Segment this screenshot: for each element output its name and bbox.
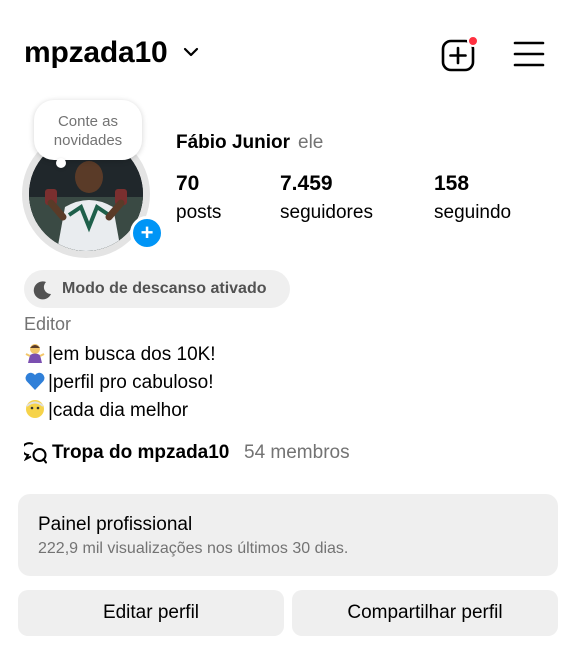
stat-posts-label: posts	[176, 202, 222, 223]
bio-line-3-text: |cada dia melhor	[48, 400, 189, 421]
share-profile-button[interactable]: Compartilhar perfil	[292, 590, 558, 636]
full-name: Fábio Junior	[176, 132, 290, 153]
menu-icon[interactable]	[512, 38, 546, 70]
stat-followers-value: 7.459	[280, 172, 333, 195]
note-tail	[56, 158, 66, 168]
stat-following-label: seguindo	[434, 202, 512, 223]
note-text-line2: novidades	[53, 132, 123, 149]
pronoun: ele	[298, 132, 324, 153]
stat-posts[interactable]: 70 posts	[176, 172, 221, 224]
bio-line-1: |em busca dos 10K!	[24, 342, 216, 366]
bio-line-1-text: |em busca dos 10K!	[48, 344, 216, 365]
note-bubble[interactable]: Conte as novidades	[34, 100, 142, 168]
face-emoji	[26, 400, 44, 418]
bio-line-3: |cada dia melhor	[24, 398, 188, 422]
moon-icon	[33, 281, 51, 300]
blue-heart-emoji	[25, 372, 45, 390]
stat-followers[interactable]: 7.459 seguidores	[280, 172, 373, 224]
notification-dot	[467, 35, 479, 47]
profile-header: mpzada10	[0, 0, 576, 108]
pro-dashboard-title: Painel profissional	[38, 514, 193, 535]
username[interactable]: mpzada10	[24, 36, 168, 70]
community-members: 54 membros	[244, 442, 350, 463]
note-text-line1: Conte as	[57, 113, 119, 130]
stat-following-value: 158	[434, 172, 470, 195]
stat-following[interactable]: 158 seguindo	[434, 172, 511, 224]
edit-profile-button[interactable]: Editar perfil	[18, 590, 284, 636]
chat-bubbles-icon	[24, 442, 47, 464]
chevron-down-icon[interactable]	[181, 42, 201, 62]
add-story-button[interactable]: +	[130, 216, 164, 250]
woman-shrugging-emoji	[25, 344, 45, 363]
community-name: Tropa do mpzada10	[52, 442, 230, 463]
rest-mode-pill[interactable]: Modo de descanso ativado	[24, 270, 290, 308]
profile-category: Editor	[24, 314, 72, 334]
stat-posts-value: 70	[176, 172, 200, 195]
stat-followers-label: seguidores	[280, 202, 373, 223]
rest-mode-label: Modo de descanso ativado	[62, 280, 267, 297]
bio-line-2: |perfil pro cabuloso!	[24, 370, 213, 394]
bio-line-2-text: |perfil pro cabuloso!	[48, 372, 214, 393]
pro-dashboard-subtitle: 222,9 mil visualizações nos últimos 30 d…	[38, 540, 349, 557]
professional-dashboard[interactable]: Painel profissional 222,9 mil visualizaç…	[18, 494, 558, 576]
